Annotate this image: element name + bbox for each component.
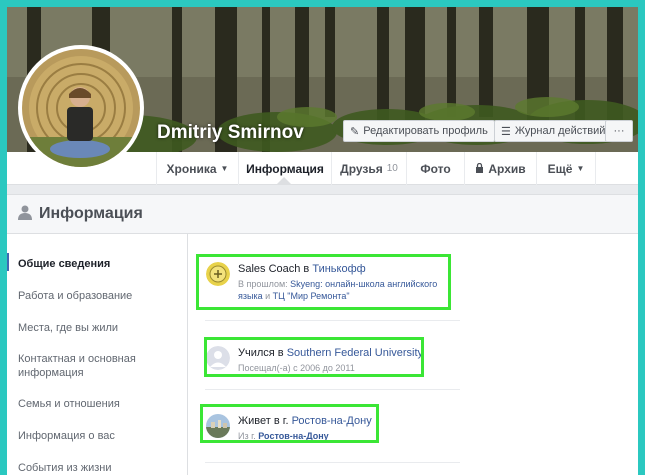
divider bbox=[205, 389, 460, 390]
sidebar-item-life-events[interactable]: События из жизни bbox=[18, 461, 178, 475]
sidebar-item-contact[interactable]: Контактная и основная информация bbox=[18, 352, 178, 380]
edit-profile-button[interactable]: ✎ Редактировать профиль bbox=[343, 120, 495, 142]
highlight-box bbox=[204, 337, 424, 377]
tab-timeline[interactable]: Хроника ▼ bbox=[156, 152, 238, 185]
list-icon: ☰ bbox=[501, 125, 511, 138]
sidebar-item-work-education[interactable]: Работа и образование bbox=[18, 289, 178, 303]
profile-avatar[interactable] bbox=[18, 45, 144, 171]
divider bbox=[205, 462, 460, 463]
active-marker bbox=[7, 253, 9, 271]
active-tab-pointer bbox=[277, 177, 291, 184]
sidebar-item-family[interactable]: Семья и отношения bbox=[18, 397, 178, 411]
avatar-photo bbox=[22, 49, 140, 167]
more-options-button[interactable]: ··· bbox=[605, 120, 633, 142]
pencil-icon: ✎ bbox=[350, 125, 360, 138]
caret-down-icon: ▼ bbox=[576, 164, 585, 173]
person-icon bbox=[17, 204, 33, 225]
section-header: Информация bbox=[7, 194, 638, 234]
profile-name: Dmitriy Smirnov bbox=[157, 122, 304, 143]
sidebar-item-about-you[interactable]: Информация о вас bbox=[18, 429, 178, 443]
about-panel: Общие сведения Работа и образование Мест… bbox=[7, 234, 638, 475]
divider bbox=[205, 320, 460, 321]
highlight-box bbox=[196, 254, 451, 310]
sidebar-item-places[interactable]: Места, где вы жили bbox=[18, 321, 178, 335]
profile-frame: Dmitriy Smirnov ✎ Редактировать профиль … bbox=[7, 7, 638, 475]
highlight-box bbox=[200, 404, 379, 443]
activity-log-button[interactable]: ☰ Журнал действий bbox=[494, 120, 613, 142]
caret-down-icon: ▼ bbox=[220, 164, 229, 173]
tab-friends[interactable]: Друзья 10 bbox=[331, 152, 406, 185]
lock-icon bbox=[475, 162, 484, 176]
section-title: Информация bbox=[39, 205, 143, 222]
tab-archive[interactable]: Архив bbox=[464, 152, 536, 185]
sidebar-item-overview[interactable]: Общие сведения bbox=[18, 257, 178, 271]
tab-photos[interactable]: Фото bbox=[406, 152, 464, 185]
tab-more[interactable]: Ещё ▼ bbox=[536, 152, 596, 185]
about-sidebar: Общие сведения Работа и образование Мест… bbox=[7, 234, 188, 475]
